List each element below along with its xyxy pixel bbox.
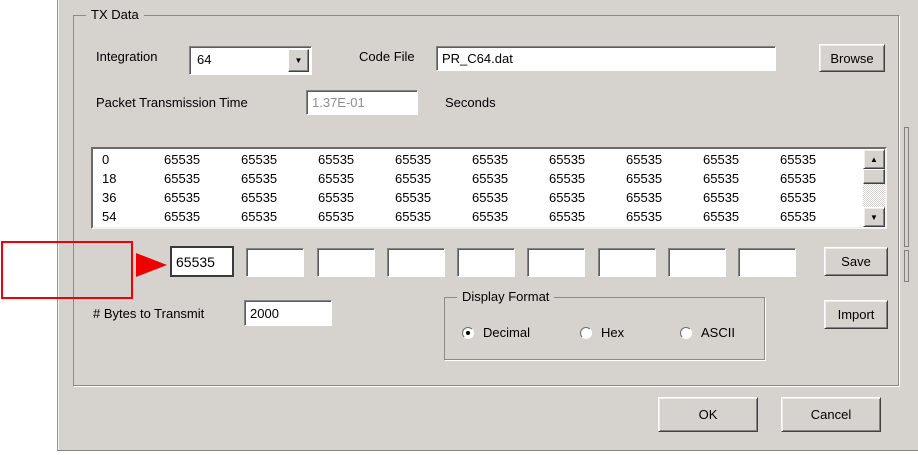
cell-value: 65535 [549,171,586,186]
window-edge-artifact [904,127,909,247]
seconds-unit-label: Seconds [445,95,496,110]
scrollbar-thumb[interactable] [863,169,885,184]
table-row[interactable]: 54 65535 65535 65535 65535 65535 65535 65535 655… [93,207,863,226]
cell-value: 65535 [472,190,509,205]
scroll-up-button[interactable]: ▲ [863,149,885,169]
ok-button[interactable]: OK [658,397,758,432]
cell-value: 65535 [780,171,817,186]
cell-value: 65535 [164,190,201,205]
code-file-label: Code File [359,49,415,64]
cell-value: 65535 [472,152,509,167]
cell-value: 65535 [780,152,817,167]
cell-value: 65535 [780,209,817,224]
table-row[interactable]: 18 65535 65535 65535 65535 65535 65535 65535 655… [93,169,863,188]
cell-value: 65535 [395,152,432,167]
cell-value: 65535 [626,152,663,167]
cell-value: 65535 [626,171,663,186]
cell-value: 65535 [241,190,278,205]
browse-button[interactable]: Browse [819,44,885,72]
import-button[interactable]: Import [824,300,888,329]
cell-value: 65535 [780,190,817,205]
cell-value: 65535 [626,190,663,205]
cell-value: 65535 [549,209,586,224]
cell-value: 65535 [395,190,432,205]
code-file-input[interactable] [436,46,776,71]
cell-value: 65535 [241,152,278,167]
cell-value: 65535 [395,209,432,224]
bytes-to-transmit-label: # Bytes to Transmit [93,306,205,321]
cell-value: 65535 [318,209,355,224]
scroll-down-button[interactable]: ▼ [863,207,885,227]
annotation-highlight-rectangle [1,241,133,299]
row-offset: 18 [102,171,117,186]
cell-value: 65535 [318,152,355,167]
cell-value: 65535 [164,209,201,224]
edit-cell-5[interactable] [457,248,515,277]
cell-value: 65535 [164,171,201,186]
scroll-up-icon: ▲ [870,154,878,164]
radio-label: Hex [601,325,625,340]
scroll-down-icon: ▼ [870,212,878,222]
tx-data-list[interactable]: 0 65535 65535 65535 65535 65535 65535 65535 6553… [91,147,887,229]
edit-cell-8[interactable] [667,248,726,277]
tx-data-dialog: TX Data Integration 64 ▼ Code File Brows… [57,0,918,451]
cell-value: 65535 [703,209,740,224]
cell-value: 65535 [472,209,509,224]
radio-ascii[interactable]: ASCII [680,325,735,340]
cell-value: 65535 [703,190,740,205]
save-button[interactable]: Save [824,247,888,276]
integration-dropdown[interactable]: 64 ▼ [189,46,312,75]
cell-value: 65535 [703,152,740,167]
radio-label: ASCII [701,325,735,340]
display-format-groupbox: Display Format Decimal Hex ASCII [444,289,765,360]
row-offset: 54 [102,209,117,224]
cell-value: 65535 [626,209,663,224]
display-format-title: Display Format [457,289,555,305]
radio-circle-icon [580,326,592,339]
cell-value: 65535 [549,190,586,205]
edit-row [170,246,796,279]
integration-label: Integration [96,49,158,64]
row-offset: 36 [102,190,117,205]
cell-value: 65535 [395,171,432,186]
cell-value: 65535 [318,190,355,205]
cell-value: 65535 [703,171,740,186]
cell-value: 65535 [241,209,278,224]
edit-cell-3[interactable] [316,248,375,277]
packet-transmission-time-input [306,90,418,115]
row-offset: 0 [102,152,110,167]
table-row[interactable]: 36 65535 65535 65535 65535 65535 65535 65535 655… [93,188,863,207]
data-list-rows: 0 65535 65535 65535 65535 65535 65535 65535 6553… [93,150,863,227]
cell-value: 65535 [241,171,278,186]
cell-value: 65535 [318,171,355,186]
edit-cell-7[interactable] [597,248,656,277]
cell-value: 65535 [472,171,509,186]
edit-cell-4[interactable] [386,248,445,277]
edit-cell-2[interactable] [246,248,305,277]
radio-label: Decimal [483,325,530,340]
radio-circle-icon [462,326,474,339]
window-edge-artifact [904,250,909,282]
bytes-to-transmit-input[interactable] [244,300,332,326]
edit-cell-6[interactable] [527,248,586,277]
integration-value: 64 [197,52,212,67]
integration-dropdown-button[interactable]: ▼ [288,49,309,72]
chevron-down-icon: ▼ [294,56,303,65]
radio-hex[interactable]: Hex [580,325,624,340]
radio-decimal[interactable]: Decimal [462,325,530,340]
cell-value: 65535 [164,152,201,167]
screen: TX Data Integration 64 ▼ Code File Brows… [0,0,918,455]
packet-transmission-time-label: Packet Transmission Time [96,95,248,110]
data-list-scrollbar[interactable]: ▲ ▼ [863,149,885,227]
cell-value: 65535 [549,152,586,167]
edit-cell-1[interactable] [170,246,234,277]
radio-circle-icon [680,326,692,339]
edit-cell-9[interactable] [738,248,796,277]
table-row[interactable]: 0 65535 65535 65535 65535 65535 65535 65535 6553… [93,150,863,169]
groupbox-title: TX Data [86,7,144,23]
annotation-arrow-icon [136,253,167,277]
cancel-button[interactable]: Cancel [781,397,881,432]
